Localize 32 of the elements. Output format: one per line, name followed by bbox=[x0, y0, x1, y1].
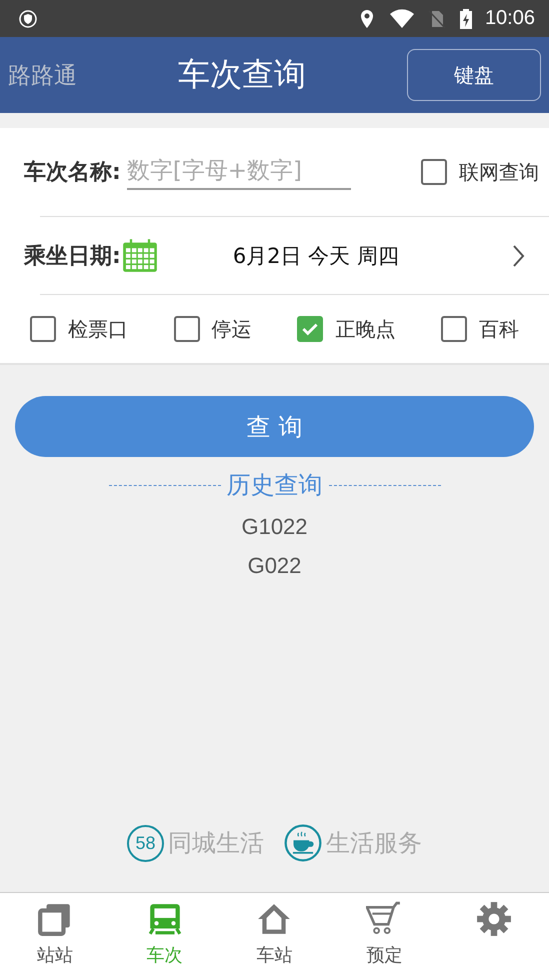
calendar-icon bbox=[122, 238, 158, 273]
train-name-label: 车次名称: bbox=[24, 159, 121, 187]
option-label: 检票口 bbox=[68, 316, 128, 342]
query-button[interactable]: 查 询 bbox=[15, 396, 534, 457]
history-title: 历史查询 bbox=[226, 470, 322, 501]
checkbox[interactable] bbox=[174, 316, 200, 342]
online-query-label: 联网查询 bbox=[459, 158, 539, 186]
travel-date-label: 乘坐日期: bbox=[24, 242, 121, 270]
chevron-right-icon bbox=[511, 244, 525, 268]
page-title: 车次查询 bbox=[178, 54, 306, 95]
wifi-icon bbox=[388, 8, 415, 28]
settings-icon bbox=[476, 901, 512, 937]
history-item[interactable]: G1022 bbox=[241, 514, 308, 540]
checkbox[interactable] bbox=[440, 316, 467, 342]
battery-charging-icon bbox=[458, 8, 473, 30]
checkbox[interactable] bbox=[421, 159, 447, 185]
option-label: 正晚点 bbox=[335, 316, 396, 342]
status-time: 10:06 bbox=[484, 7, 535, 30]
history-item[interactable]: G022 bbox=[248, 553, 302, 579]
coffee-cup-icon bbox=[284, 824, 322, 862]
option-label: 停运 bbox=[212, 316, 252, 342]
app-name: 路路通 bbox=[8, 62, 77, 90]
checkbox[interactable] bbox=[297, 316, 324, 342]
keyboard-button[interactable]: 键盘 bbox=[407, 49, 541, 101]
stacked-windows-icon bbox=[36, 901, 73, 937]
option-label: 百科 bbox=[478, 316, 519, 342]
shield-icon bbox=[18, 8, 38, 28]
checkbox[interactable] bbox=[30, 316, 56, 342]
train-icon bbox=[146, 901, 183, 937]
cart-icon bbox=[366, 901, 402, 937]
date-value[interactable]: 6月2日 今天 周四 bbox=[232, 242, 511, 270]
circle-badge: 58 bbox=[127, 824, 164, 862]
